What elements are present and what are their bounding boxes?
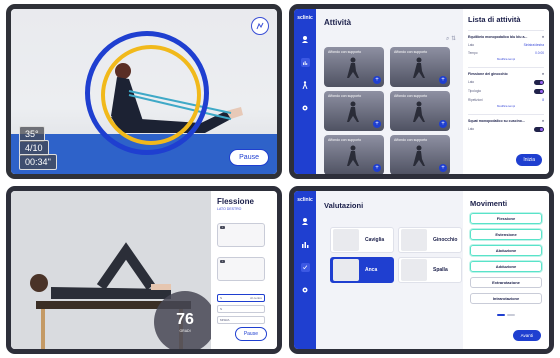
add-icon[interactable]: +: [373, 164, 381, 172]
pause-button[interactable]: Pause: [229, 149, 269, 166]
list-item[interactable]: Equilibrio monopodalico blu blu a... × La…: [468, 30, 544, 61]
add-icon[interactable]: +: [439, 120, 447, 128]
flexion-measure-panel: 76 GRADI Flessione LATO DESTRO ▪ ▪ S Al c…: [6, 186, 282, 354]
movement-flexion[interactable]: Flessione: [470, 213, 542, 224]
posture-icon[interactable]: [251, 17, 269, 35]
add-icon[interactable]: +: [439, 76, 447, 84]
close-icon[interactable]: ×: [542, 35, 544, 39]
activity-card[interactable]: Affondo con supporto +: [324, 91, 384, 131]
side-toggle[interactable]: [534, 80, 544, 85]
user-icon[interactable]: [301, 35, 310, 44]
range-ring-inner: [101, 45, 201, 145]
search-icon[interactable]: ⌕ ⇅: [446, 36, 456, 43]
activity-list: Lista di attività Equilibrio monopodalic…: [463, 9, 549, 174]
movement-side: LATO DESTRO: [217, 207, 242, 211]
movement-external-rotation[interactable]: Extrarotazione: [470, 277, 542, 288]
next-button[interactable]: Avanti: [512, 330, 541, 341]
joint-tile-knee[interactable]: Ginocchio: [398, 227, 462, 253]
shoulder-icon: [401, 259, 427, 281]
field-row[interactable]: S Al centro: [217, 294, 265, 302]
page-title: Attività: [324, 18, 352, 27]
add-icon[interactable]: +: [439, 164, 447, 172]
field-row[interactable]: MISRA: [217, 316, 265, 324]
measure-fields: S Al centro S MISRA: [217, 294, 265, 327]
page-title: Valutazioni: [324, 201, 364, 210]
joint-tile-shoulder[interactable]: Spalla: [398, 257, 462, 283]
list-item[interactable]: Flessione del ginocchio × Lato Tipologia …: [468, 67, 544, 108]
edit-times-link[interactable]: Modifica tempi: [468, 104, 544, 108]
movement-adduction[interactable]: Adduzione: [470, 261, 542, 272]
movement-abduction[interactable]: Abduzione: [470, 245, 542, 256]
sidebar: sclinic: [294, 191, 316, 349]
settings-icon[interactable]: [301, 286, 310, 295]
movements-title: Movimenti: [470, 199, 508, 208]
hip-icon: [333, 259, 359, 281]
user-icon[interactable]: [301, 217, 310, 226]
knee-icon: [401, 229, 427, 251]
exercise-video-panel: 35° 4/10 00:34'' Pause: [6, 4, 282, 179]
measure-sidebar: Flessione LATO DESTRO ▪ ▪ S Al centro S M…: [211, 191, 277, 349]
list-item[interactable]: Squat monopodalico su cuscino... × Lato: [468, 114, 544, 132]
activity-icon[interactable]: [300, 58, 310, 67]
activity-icon[interactable]: [301, 240, 310, 249]
joint-tile-hip[interactable]: Anca: [330, 257, 394, 283]
sidebar: sclinic: [294, 9, 316, 174]
start-button[interactable]: Inizia: [516, 154, 542, 166]
edit-times-link[interactable]: Modifica tempi: [468, 57, 544, 61]
gauge-value: 76: [176, 310, 194, 328]
exercise-icon[interactable]: [301, 81, 310, 90]
logo: sclinic: [297, 15, 313, 21]
activity-card[interactable]: Affondo con supporto +: [390, 135, 450, 174]
reference-image-end[interactable]: ▪: [217, 257, 265, 281]
collage: 35° 4/10 00:34'' Pause sclinic Attività …: [0, 0, 560, 358]
ankle-icon: [333, 229, 359, 251]
list-title: Lista di attività: [468, 15, 521, 24]
reference-image-start[interactable]: ▪: [217, 223, 265, 247]
add-icon[interactable]: +: [373, 120, 381, 128]
activity-card[interactable]: Affondo con supporto +: [390, 47, 450, 87]
gauge-unit: GRADI: [179, 328, 191, 333]
activities-panel: sclinic Attività ⌕ ⇅ Affondo con support…: [289, 4, 554, 179]
movement-extension[interactable]: Estensione: [470, 229, 542, 240]
activity-card[interactable]: Affondo con supporto +: [324, 135, 384, 174]
logo: sclinic: [297, 197, 313, 203]
movement-title: Flessione: [217, 197, 254, 206]
close-icon[interactable]: ×: [542, 72, 544, 76]
activity-card[interactable]: Affondo con supporto +: [324, 47, 384, 87]
assessment-icon[interactable]: [300, 263, 310, 272]
activity-card[interactable]: Affondo con supporto +: [390, 91, 450, 131]
side-toggle[interactable]: [534, 127, 544, 132]
type-toggle[interactable]: [534, 89, 544, 94]
movements-list: Movimenti Flessione Estensione Abduzione…: [463, 191, 549, 349]
movement-internal-rotation[interactable]: Intrarotazione: [470, 293, 542, 304]
pagination: [470, 314, 542, 316]
joint-tile-ankle[interactable]: Caviglia: [330, 227, 394, 253]
add-icon[interactable]: +: [373, 76, 381, 84]
time-stat: 00:34'': [19, 154, 57, 170]
field-row[interactable]: S: [217, 305, 265, 313]
assessments-panel: sclinic Valutazioni Caviglia Ginocchio A…: [289, 186, 554, 354]
close-icon[interactable]: ×: [542, 119, 544, 123]
angle-gauge: 76 GRADI: [154, 291, 216, 349]
settings-icon[interactable]: [301, 104, 310, 113]
pause-button[interactable]: Pause: [234, 327, 267, 341]
